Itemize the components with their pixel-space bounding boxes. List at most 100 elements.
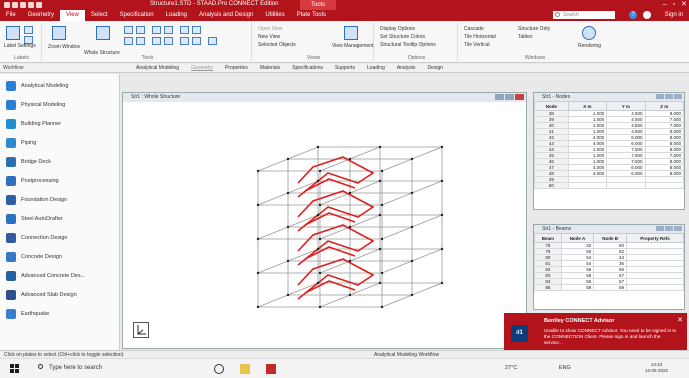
table-cell[interactable] [567,182,608,189]
undo-icon[interactable] [28,2,34,8]
close-icon[interactable]: ✕ [677,316,683,324]
zoom-window-label[interactable]: Zoom Window [48,44,80,50]
node-point[interactable] [440,179,444,183]
structure-only-button[interactable]: Structure Only [518,26,550,32]
staad-app-icon[interactable] [266,364,276,374]
display-options-button[interactable]: Display Options [380,26,415,32]
system-clock[interactable]: 13:43 12-05-2022 [645,362,668,374]
label-settings-icon[interactable] [6,26,20,40]
node-point[interactable] [348,293,352,297]
set-structure-colors-button[interactable]: Set Structure Colors [380,34,425,40]
node-point[interactable] [348,259,352,263]
tab-loading-page[interactable]: Loading [361,64,391,73]
node-point[interactable] [316,247,320,251]
column-header[interactable]: X m [567,101,608,111]
node-point[interactable] [256,271,260,275]
sidebar-item-advanced-concrete[interactable]: Advanced Concrete Des... [0,266,119,285]
sidebar-item-connection-design[interactable]: Connection Design [0,228,119,247]
task-view-icon[interactable] [214,364,224,374]
node-point[interactable] [256,237,260,241]
node-point[interactable] [380,271,384,275]
column-header[interactable]: Node B [593,233,628,243]
structural-tooltip-button[interactable]: Structural Tooltip Options [380,42,436,48]
tab-utilities[interactable]: Utilities [259,10,290,21]
node-point[interactable] [378,145,382,149]
rotate-icon[interactable] [136,37,145,45]
node-point[interactable] [380,203,384,207]
view-front-icon[interactable] [152,26,161,34]
node-point[interactable] [286,293,290,297]
node-point[interactable] [410,259,414,263]
minimize-icon[interactable] [656,226,664,231]
column-header[interactable]: Y m [606,101,646,111]
file-explorer-icon[interactable] [240,364,250,374]
maximize-icon[interactable] [665,94,673,99]
minimize-icon[interactable]: – [663,0,667,10]
search-input[interactable]: Search [553,11,615,19]
table-cell[interactable]: 58 [560,284,595,291]
maximize-icon[interactable] [665,226,673,231]
tables-button[interactable]: Tables [518,34,532,40]
minimize-icon[interactable] [495,94,504,100]
structure-view-window[interactable]: Str1 : Whole Structure [122,92,527,349]
sidebar-item-postprocessing[interactable]: Postprocessing [0,171,119,190]
staircase-plates[interactable] [297,156,375,300]
close-icon[interactable]: ✕ [681,0,687,10]
tab-specification[interactable]: Specification [114,10,160,21]
node-point[interactable] [256,169,260,173]
node-point[interactable] [440,213,444,217]
cascade-button[interactable]: Cascade [464,26,484,32]
tab-plate-tools[interactable]: Plate Tools [291,10,332,21]
node-point[interactable] [410,191,414,195]
node-point[interactable] [410,225,414,229]
close-icon[interactable] [674,94,682,99]
rotate-x-icon[interactable] [180,26,189,34]
sidebar-item-bridge-deck[interactable]: Bridge Deck [0,152,119,171]
profile-icon[interactable] [643,11,651,19]
node-point[interactable] [286,225,290,229]
column-header[interactable]: Z m [644,101,685,111]
rendering-label[interactable]: Rendering [578,43,601,49]
sidebar-item-earthquake[interactable]: Earthquake [0,304,119,323]
node-point[interactable] [316,145,320,149]
new-file-icon[interactable] [4,2,10,8]
table-cell[interactable]: 85 [534,284,562,291]
tile-horizontal-button[interactable]: Tile Horizontal [464,34,496,40]
node-point[interactable] [316,281,320,285]
node-point[interactable] [316,213,320,217]
pan-icon[interactable] [124,37,133,45]
view-top-icon[interactable] [164,26,173,34]
rotate-y-icon[interactable] [192,26,201,34]
sidebar-item-piping[interactable]: Piping [0,133,119,152]
taskbar-search[interactable]: Type here to search [38,364,102,371]
tab-geometry[interactable]: Geometry [22,10,60,21]
node-point[interactable] [378,179,382,183]
language-indicator[interactable]: ENG [559,365,571,371]
table-cell[interactable]: 59 [593,284,628,291]
table-cell[interactable] [644,182,685,189]
tab-supports[interactable]: Supports [329,64,361,73]
rotate-z-icon[interactable] [180,37,189,45]
sidebar-item-building-planner[interactable]: Building Planner [0,114,119,133]
sidebar-item-physical-modeling[interactable]: Physical Modeling [0,95,119,114]
table-row[interactable]: 50 [534,182,685,189]
open-file-icon[interactable] [12,2,18,8]
node-point[interactable] [318,203,322,207]
sidebar-item-steel-autodrafter[interactable]: Steel AutoDrafter [0,209,119,228]
tab-design[interactable]: Design [421,64,449,73]
node-point[interactable] [380,237,384,241]
node-point[interactable] [378,213,382,217]
sidebar-item-concrete-design[interactable]: Concrete Design [0,247,119,266]
view-management-label[interactable]: View Management [332,43,373,49]
view-side-icon[interactable] [164,37,173,45]
contextual-tools-tab[interactable]: Tools [300,0,336,10]
zoom-in-icon[interactable] [124,26,133,34]
node-point[interactable] [286,259,290,263]
tab-geometry-page[interactable]: Geometry [185,64,219,73]
refresh-icon[interactable] [192,37,201,45]
tab-analysis-design[interactable]: Analysis and Design [193,10,259,21]
open-view-button[interactable]: Open View [258,26,282,32]
label-toggle-icon[interactable] [24,26,33,34]
stair-flight[interactable] [297,258,375,300]
windows-start-icon[interactable] [10,364,20,374]
